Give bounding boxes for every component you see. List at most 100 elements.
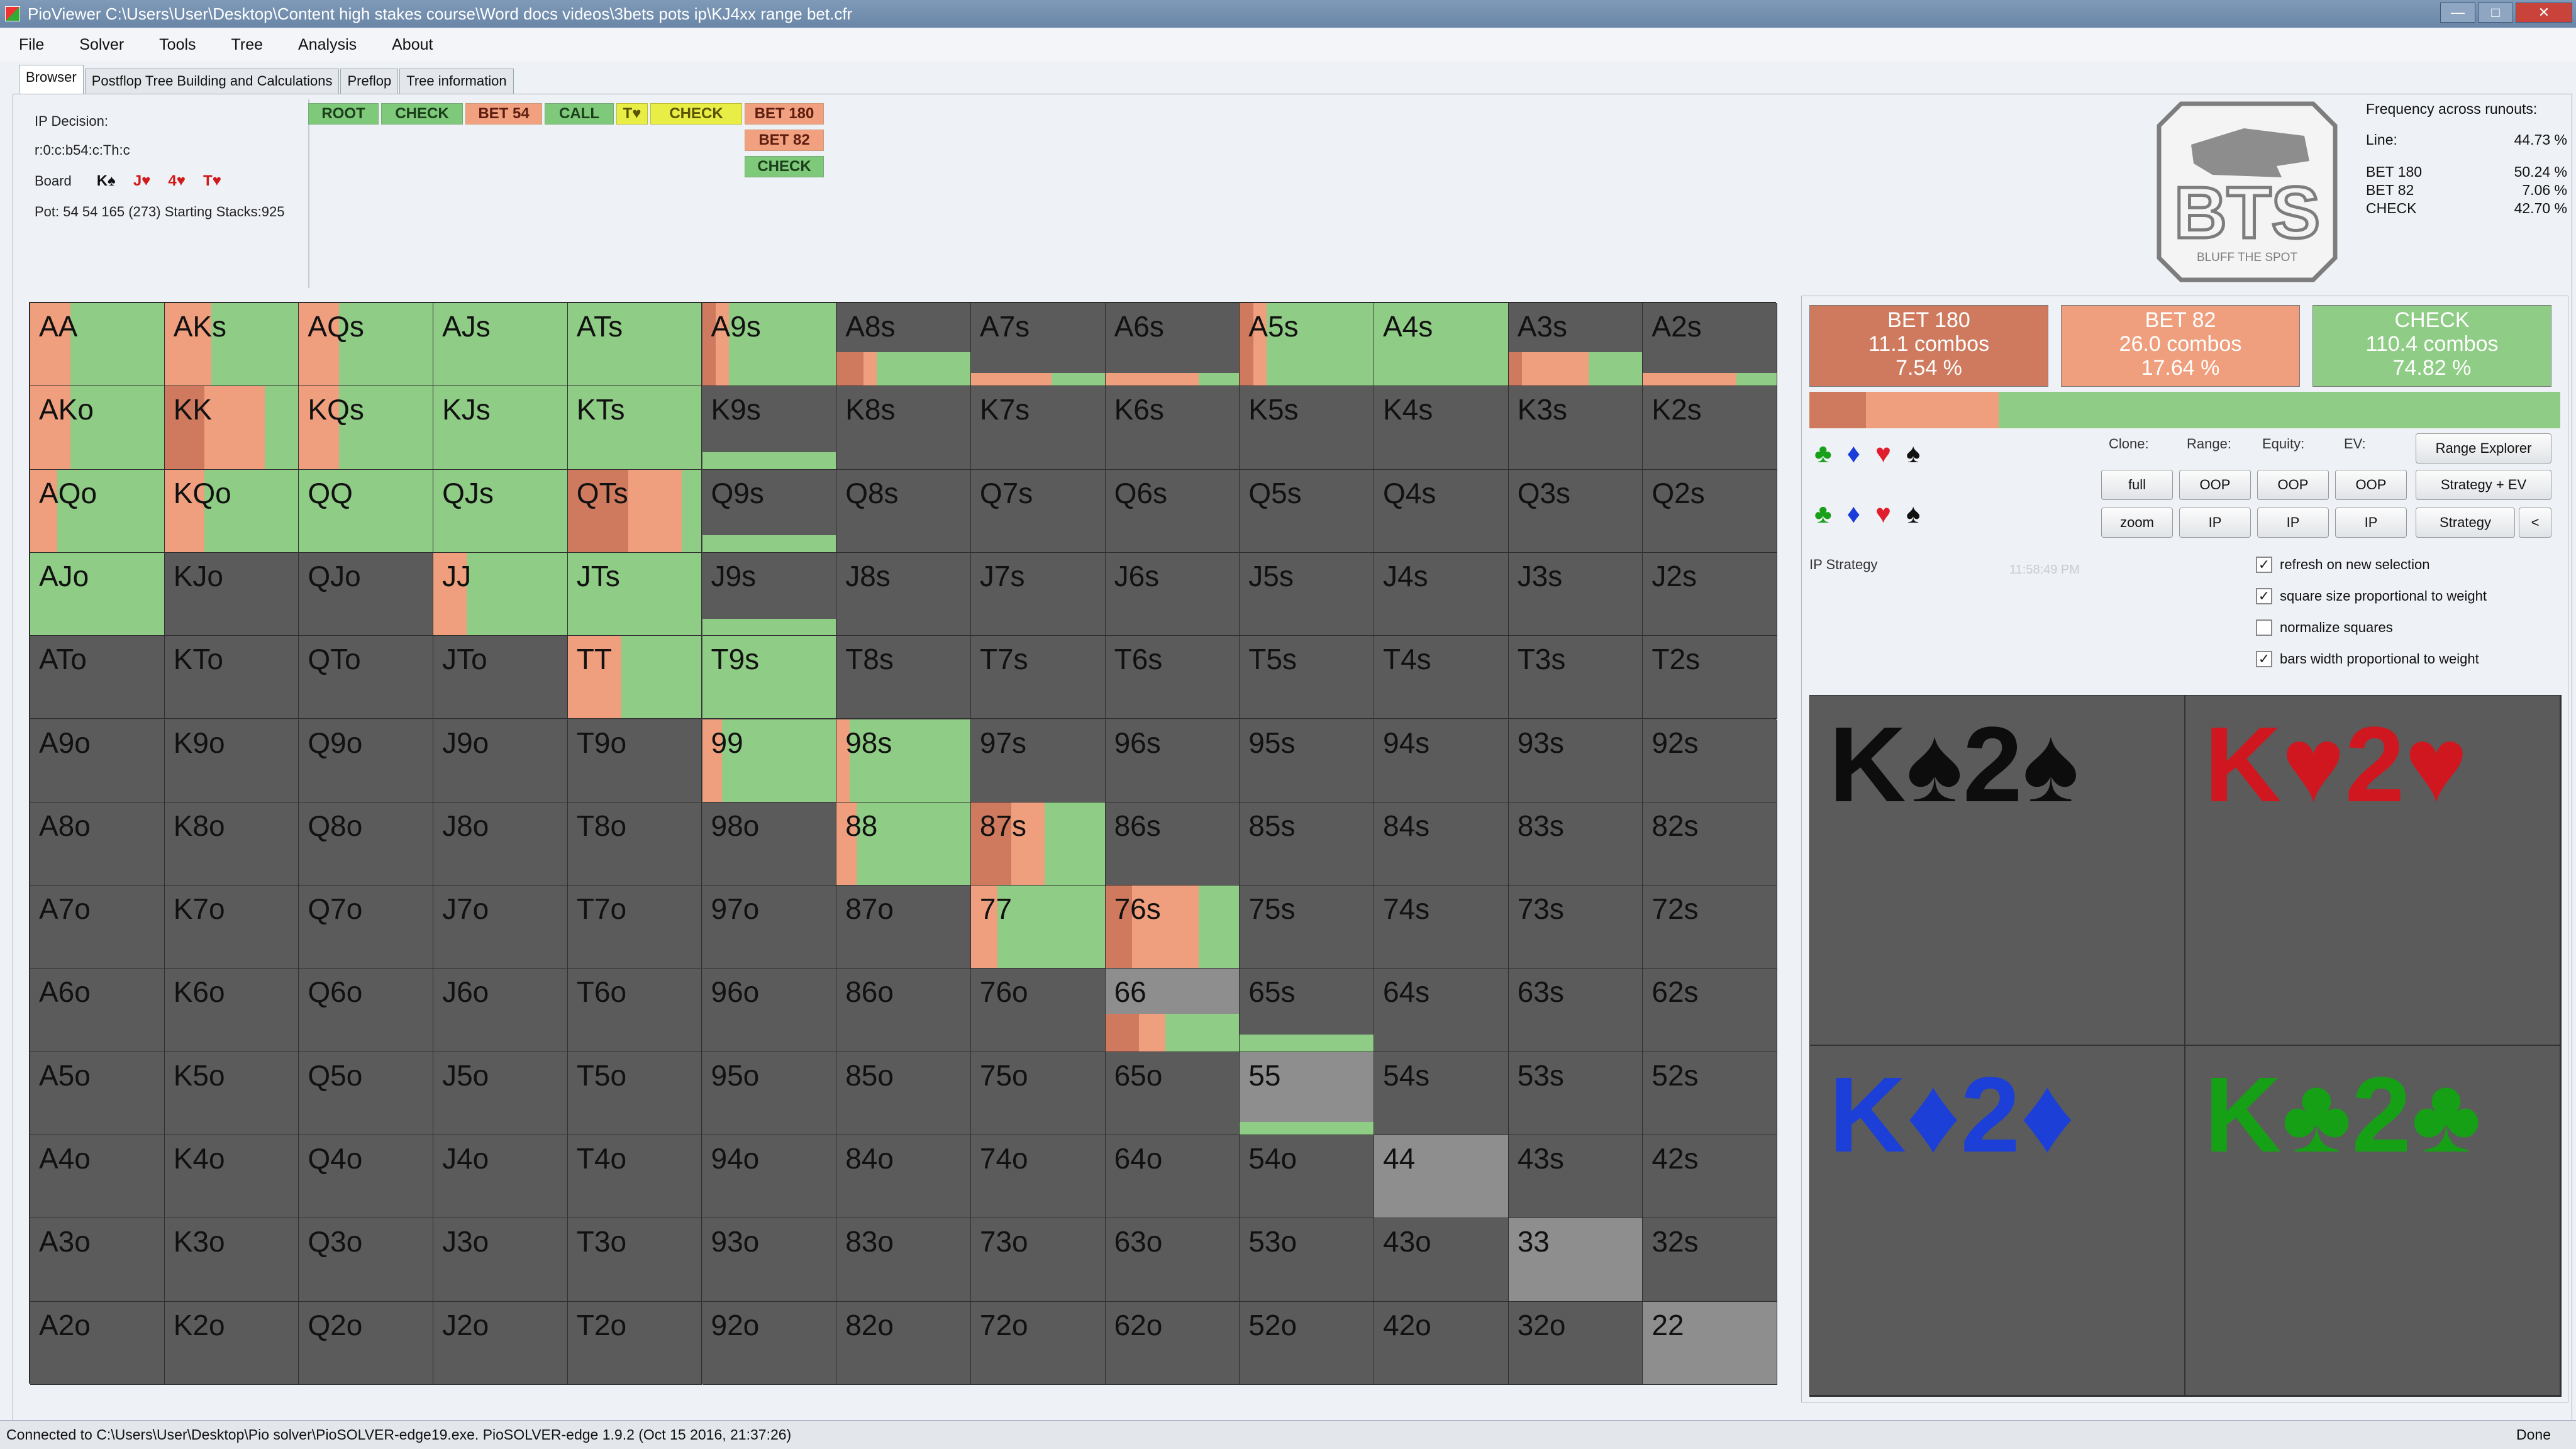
tab-tree-information[interactable]: Tree information: [399, 69, 514, 94]
hand-cell[interactable]: QJo: [299, 552, 434, 636]
hand-cell[interactable]: 76o: [970, 969, 1106, 1052]
hand-cell[interactable]: 82s: [1643, 802, 1778, 886]
hand-cell[interactable]: 82o: [836, 1301, 971, 1385]
tree-node[interactable]: BET 54: [465, 103, 542, 125]
hand-cell[interactable]: QQ: [299, 469, 434, 553]
hand-cell[interactable]: Q8o: [299, 802, 434, 886]
hand-cell[interactable]: A7s: [970, 303, 1106, 387]
hand-cell[interactable]: Q5o: [299, 1052, 434, 1135]
hand-cell[interactable]: K4o: [164, 1135, 299, 1219]
hand-cell[interactable]: 96s: [1105, 719, 1240, 802]
hand-cell[interactable]: JTo: [433, 636, 568, 719]
tree-node[interactable]: T♥: [616, 103, 648, 125]
combo-card[interactable]: K♥2♥: [2185, 696, 2561, 1046]
hand-cell[interactable]: T9o: [567, 719, 702, 802]
hand-cell[interactable]: QJs: [433, 469, 568, 553]
hand-cell[interactable]: KQs: [299, 386, 434, 470]
hand-cell[interactable]: ATs: [567, 303, 702, 387]
hand-cell[interactable]: K8s: [836, 386, 971, 470]
hand-cell[interactable]: T6s: [1105, 636, 1240, 719]
hand-cell[interactable]: J7s: [970, 552, 1106, 636]
hand-cell[interactable]: A6s: [1105, 303, 1240, 387]
hand-cell[interactable]: QTs: [567, 469, 702, 553]
hand-cell[interactable]: 63s: [1508, 969, 1643, 1052]
hand-cell[interactable]: A2o: [30, 1301, 165, 1385]
range-explorer-button[interactable]: Range Explorer: [2416, 433, 2551, 464]
hand-cell[interactable]: AJo: [30, 552, 165, 636]
hand-cell[interactable]: Q4o: [299, 1135, 434, 1219]
hand-cell[interactable]: A2s: [1643, 303, 1778, 387]
hand-cell[interactable]: K3o: [164, 1218, 299, 1302]
option-checkbox[interactable]: ✓ bars width proportional to weight: [2256, 651, 2479, 667]
hand-cell[interactable]: Q4s: [1374, 469, 1509, 553]
hand-cell[interactable]: 32o: [1508, 1301, 1643, 1385]
hand-cell[interactable]: Q9s: [702, 469, 837, 553]
hand-cell[interactable]: A4s: [1374, 303, 1509, 387]
hand-cell[interactable]: 95o: [702, 1052, 837, 1135]
hand-cell[interactable]: 92s: [1643, 719, 1778, 802]
hand-cell[interactable]: J4o: [433, 1135, 568, 1219]
suit-icon[interactable]: ♦: [1847, 499, 1860, 529]
tree-node[interactable]: BET 180: [745, 103, 824, 125]
option-checkbox[interactable]: normalize squares: [2256, 619, 2393, 636]
hand-cell[interactable]: 83o: [836, 1218, 971, 1302]
hand-cell[interactable]: 52s: [1643, 1052, 1778, 1135]
suit-icon[interactable]: ♦: [1847, 438, 1860, 469]
hand-cell[interactable]: TT: [567, 636, 702, 719]
hand-cell[interactable]: K8o: [164, 802, 299, 886]
hand-cell[interactable]: T8s: [836, 636, 971, 719]
hand-cell[interactable]: 32s: [1643, 1218, 1778, 1302]
hand-cell[interactable]: 73o: [970, 1218, 1106, 1302]
hand-cell[interactable]: Q7s: [970, 469, 1106, 553]
suit-icon[interactable]: ♠: [1906, 438, 1920, 469]
hand-cell[interactable]: 84s: [1374, 802, 1509, 886]
hand-cell[interactable]: T7o: [567, 886, 702, 969]
hand-cell[interactable]: T2o: [567, 1301, 702, 1385]
hand-cell[interactable]: K5o: [164, 1052, 299, 1135]
hand-cell[interactable]: 42o: [1374, 1301, 1509, 1385]
hand-cell[interactable]: A4o: [30, 1135, 165, 1219]
hand-cell[interactable]: J5s: [1240, 552, 1374, 636]
hand-cell[interactable]: 65o: [1105, 1052, 1240, 1135]
hand-cell[interactable]: 77: [970, 886, 1106, 969]
hand-cell[interactable]: A3o: [30, 1218, 165, 1302]
suit-icon[interactable]: ♠: [1906, 499, 1920, 529]
hand-cell[interactable]: K6o: [164, 969, 299, 1052]
checkbox-box[interactable]: [2256, 619, 2272, 636]
hand-cell[interactable]: KJo: [164, 552, 299, 636]
hand-cell[interactable]: Q6s: [1105, 469, 1240, 553]
hand-cell[interactable]: J6o: [433, 969, 568, 1052]
equity-oop-button[interactable]: OOP: [2257, 470, 2329, 500]
hand-cell[interactable]: KQo: [164, 469, 299, 553]
hand-cell[interactable]: A5o: [30, 1052, 165, 1135]
hand-cell[interactable]: J5o: [433, 1052, 568, 1135]
combo-card[interactable]: K♦2♦: [1810, 1046, 2185, 1396]
hand-cell[interactable]: 86s: [1105, 802, 1240, 886]
hand-cell[interactable]: 75o: [970, 1052, 1106, 1135]
hand-cell[interactable]: 97s: [970, 719, 1106, 802]
hand-cell[interactable]: 94s: [1374, 719, 1509, 802]
hand-cell[interactable]: T4s: [1374, 636, 1509, 719]
hand-cell[interactable]: AA: [30, 303, 165, 387]
hand-cell[interactable]: AQo: [30, 469, 165, 553]
tab-preflop[interactable]: Preflop: [340, 69, 399, 94]
ev-oop-button[interactable]: OOP: [2335, 470, 2407, 500]
menu-analysis[interactable]: Analysis: [298, 36, 357, 54]
hand-cell[interactable]: 98s: [836, 719, 971, 802]
hand-cell[interactable]: 85o: [836, 1052, 971, 1135]
hand-cell[interactable]: Q6o: [299, 969, 434, 1052]
hand-cell[interactable]: 83s: [1508, 802, 1643, 886]
hand-cell[interactable]: 72o: [970, 1301, 1106, 1385]
tree-node[interactable]: ROOT: [308, 103, 379, 125]
tree-node[interactable]: CHECK: [381, 103, 463, 125]
hand-cell[interactable]: 54s: [1374, 1052, 1509, 1135]
hand-cell[interactable]: K5s: [1240, 386, 1374, 470]
hand-cell[interactable]: T9s: [702, 636, 837, 719]
tree-node[interactable]: CALL: [545, 103, 614, 125]
hand-cell[interactable]: T5o: [567, 1052, 702, 1135]
checkbox-box[interactable]: ✓: [2256, 557, 2272, 573]
hand-cell[interactable]: K6s: [1105, 386, 1240, 470]
hand-cell[interactable]: 62o: [1105, 1301, 1240, 1385]
combo-card[interactable]: K♣2♣: [2185, 1046, 2561, 1396]
hand-cell[interactable]: A7o: [30, 886, 165, 969]
